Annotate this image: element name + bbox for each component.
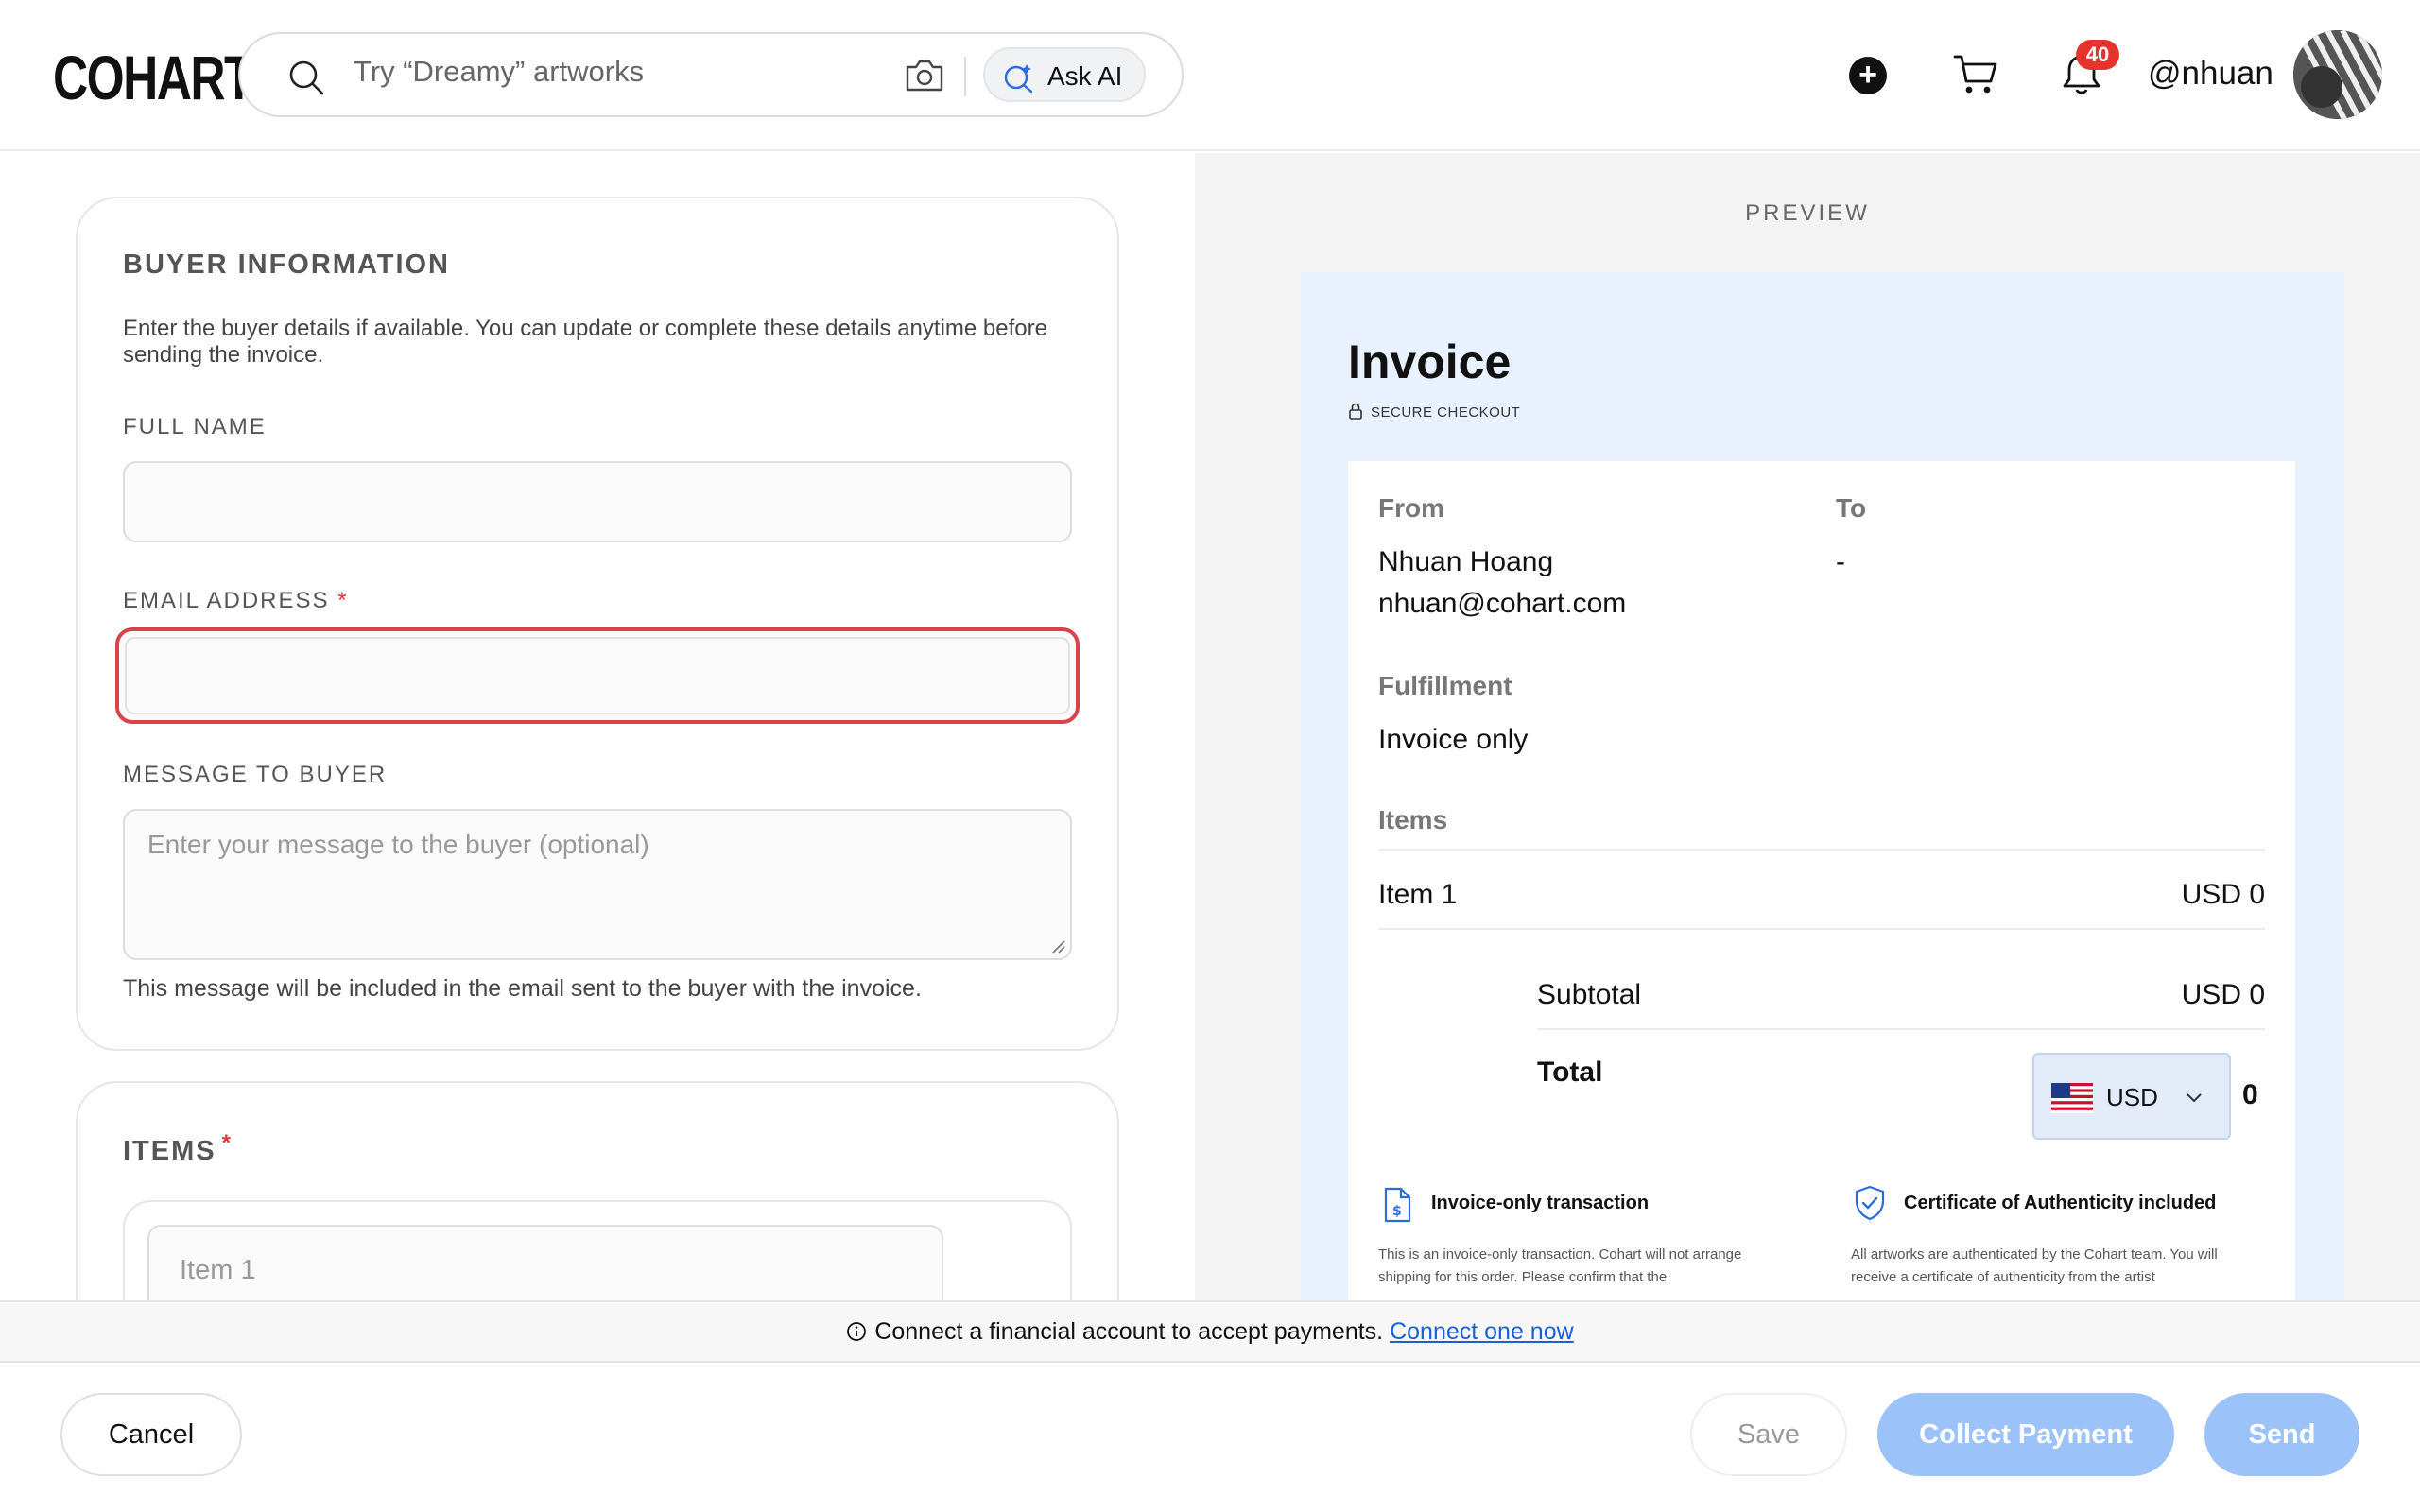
ask-ai-button[interactable]: Ask AI <box>983 47 1146 102</box>
preview-pane: PREVIEW Invoice SECURE CHECKOUT From To … <box>1195 153 2420 1406</box>
fulfillment-label: Fulfillment <box>1378 671 1512 700</box>
subtotal-label: Subtotal <box>1537 979 1642 1010</box>
email-label: EMAIL ADDRESS * <box>123 588 349 614</box>
invoice-title: Invoice <box>1348 335 1512 388</box>
us-flag-icon <box>2051 1083 2093 1113</box>
line-item-name: Item 1 <box>1378 879 1458 910</box>
buyer-information-card: BUYER INFORMATION Enter the buyer detail… <box>76 197 1119 1051</box>
total-value: 0 <box>2242 1079 2258 1110</box>
from-name: Nhuan Hoang <box>1378 546 1554 577</box>
collect-payment-button[interactable]: Collect Payment <box>1877 1393 2174 1476</box>
from-label: From <box>1378 493 1444 523</box>
items-label: Items <box>1378 805 1448 834</box>
create-plus-icon[interactable]: + <box>1849 57 1887 94</box>
notification-badge: 40 <box>2076 40 2119 70</box>
from-email: nhuan@cohart.com <box>1378 588 1627 619</box>
cohart-logo[interactable]: COHART <box>53 42 253 113</box>
action-footer: Cancel Save Collect Payment Send <box>0 1363 2420 1512</box>
feature-description: This is an invoice-only transaction. Coh… <box>1378 1246 1742 1285</box>
connect-account-link[interactable]: Connect one now <box>1390 1318 1574 1345</box>
fulfillment-value: Invoice only <box>1378 724 1529 755</box>
items-title-text: ITEMS <box>123 1136 216 1166</box>
subtotal-value: USD 0 <box>2181 979 2265 1010</box>
email-input[interactable] <box>115 627 1080 724</box>
camera-icon[interactable] <box>904 58 945 94</box>
divider <box>1378 849 2265 850</box>
avatar[interactable] <box>2293 30 2382 119</box>
payment-notice-bar: Connect a financial account to accept pa… <box>0 1300 2420 1363</box>
search-icon <box>289 60 324 95</box>
required-mark: * <box>221 1130 233 1156</box>
secure-checkout-text: SECURE CHECKOUT <box>1371 404 1521 421</box>
invoice-paper: From To Nhuan Hoang nhuan@cohart.com - F… <box>1348 461 2295 1406</box>
send-button[interactable]: Send <box>2204 1393 2360 1476</box>
feature-description: All artworks are authenticated by the Co… <box>1851 1246 2218 1285</box>
search-bar[interactable]: Try “Dreamy” artworks Ask AI <box>238 32 1184 117</box>
cancel-button[interactable]: Cancel <box>60 1393 242 1476</box>
cart-icon[interactable] <box>1953 53 1998 96</box>
invoice-preview: Invoice SECURE CHECKOUT From To Nhuan Ho… <box>1301 272 2344 1406</box>
divider <box>1378 928 2265 930</box>
message-textarea[interactable]: Enter your message to the buyer (optiona… <box>123 809 1072 960</box>
divider <box>1537 1028 2265 1030</box>
lock-icon <box>1349 403 1362 420</box>
notice-text: Connect a financial account to accept pa… <box>874 1318 1384 1345</box>
preview-label: PREVIEW <box>1745 200 1870 226</box>
ask-ai-label: Ask AI <box>1047 61 1123 91</box>
currency-code: USD <box>2106 1083 2158 1111</box>
invoice-dollar-icon: $ <box>1384 1187 1411 1223</box>
message-hint: This message will be included in the ema… <box>123 975 922 1002</box>
chevron-down-icon <box>2187 1093 2202 1103</box>
avatar-image <box>2293 30 2382 119</box>
feature-title: Invoice-only transaction <box>1431 1193 1650 1213</box>
info-icon <box>847 1322 867 1341</box>
save-button[interactable]: Save <box>1690 1393 1847 1476</box>
line-item-amount: USD 0 <box>2181 879 2265 910</box>
email-label-text: EMAIL ADDRESS <box>123 588 330 613</box>
buyer-section-title: BUYER INFORMATION <box>123 249 451 280</box>
svg-text:$: $ <box>1392 1204 1402 1219</box>
currency-select[interactable]: USD <box>2032 1053 2231 1140</box>
full-name-label: FULL NAME <box>123 414 267 439</box>
top-header: COHART Try “Dreamy” artworks Ask AI + 40… <box>0 0 2420 151</box>
item-name-placeholder: Item 1 <box>180 1255 256 1285</box>
full-name-input[interactable] <box>123 461 1072 542</box>
required-mark: * <box>337 588 349 613</box>
feature-title: Certificate of Authenticity included <box>1904 1193 2217 1213</box>
to-label: To <box>1836 493 1867 523</box>
message-placeholder: Enter your message to the buyer (optiona… <box>147 830 649 859</box>
resize-handle-icon[interactable] <box>1049 937 1066 954</box>
total-label: Total <box>1537 1057 1603 1088</box>
buyer-section-description: Enter the buyer details if available. Yo… <box>123 316 1047 368</box>
search-divider <box>964 57 966 96</box>
message-label: MESSAGE TO BUYER <box>123 762 388 787</box>
to-value: - <box>1836 546 1845 577</box>
ai-sparkle-icon <box>1004 64 1033 94</box>
secure-checkout-label: SECURE CHECKOUT <box>1348 403 1520 421</box>
search-input[interactable]: Try “Dreamy” artworks <box>354 55 644 89</box>
username-label[interactable]: @nhuan <box>2148 55 2273 93</box>
items-section-title: ITEMS * <box>123 1130 233 1167</box>
shield-check-icon <box>1855 1185 1885 1221</box>
